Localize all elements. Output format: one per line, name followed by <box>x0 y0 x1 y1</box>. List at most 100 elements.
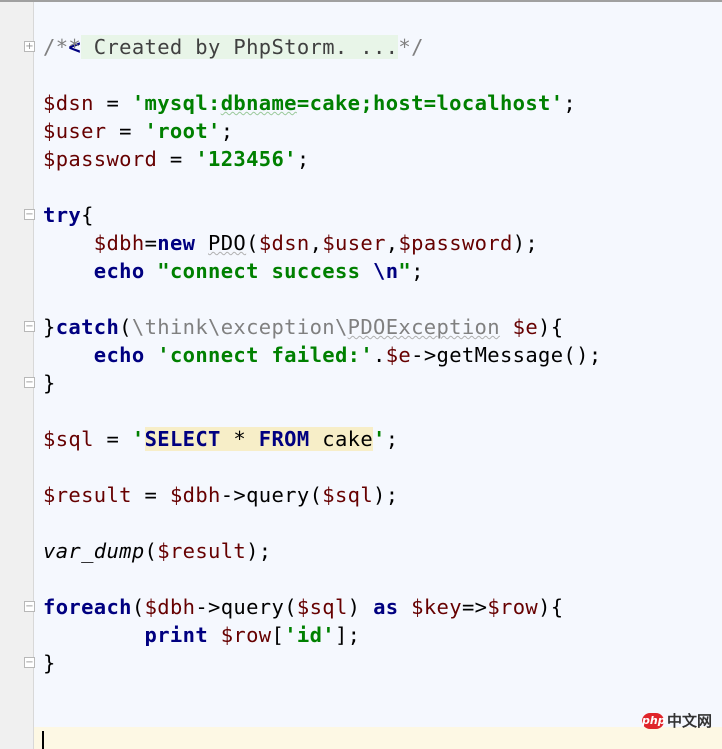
variable: $dbh <box>93 231 145 255</box>
paren-semicolon: ); <box>512 231 539 255</box>
concat-operator: . <box>373 343 386 367</box>
function-name: var_dump <box>43 539 145 563</box>
fold-collapse-icon[interactable]: − <box>24 209 35 220</box>
current-line-highlight <box>34 727 722 749</box>
method-call: ->query( <box>195 595 297 619</box>
operator: = <box>93 91 132 115</box>
sql-keyword: FROM <box>258 427 310 451</box>
class-name: PDOException <box>347 315 500 339</box>
bracket: [ <box>271 623 285 647</box>
code-line-14: } <box>43 369 56 397</box>
bracket-semicolon: ]; <box>334 623 361 647</box>
semicolon: ; <box>296 147 310 171</box>
sql-keyword: SELECT <box>144 427 221 451</box>
variable: $user <box>43 119 107 143</box>
variable: $sql <box>322 483 374 507</box>
operator: => <box>461 595 488 619</box>
escape-sequence: \n <box>373 259 399 283</box>
code-line-16: $sql = 'SELECT * FROM cake'; <box>43 425 398 453</box>
semicolon: ; <box>220 119 234 143</box>
fold-expand-icon[interactable]: + <box>24 41 35 52</box>
string: " <box>398 259 412 283</box>
code-line-22: foreach($dbh->query($sql) as $key=>$row)… <box>43 593 564 621</box>
method-call: ->getMessage(); <box>411 343 602 367</box>
editor-gutter[interactable] <box>0 2 34 749</box>
code-line-18: $result = $dbh->query($sql); <box>43 481 398 509</box>
code-line-8: try{ <box>43 201 94 229</box>
keyword: echo <box>93 343 145 367</box>
code-line-5: $user = 'root'; <box>43 117 233 145</box>
fold-collapse-icon[interactable]: − <box>24 321 35 332</box>
doc-comment-start: /** <box>43 35 82 59</box>
variable: $e <box>512 315 539 339</box>
variable: $e <box>385 343 412 367</box>
brace: } <box>43 371 56 395</box>
string: 'mysql: <box>131 91 221 115</box>
operator: = <box>106 119 145 143</box>
paren-brace: ){ <box>538 595 564 619</box>
quote: ' <box>373 427 386 451</box>
namespace: \think\exception\ <box>131 315 348 339</box>
variable: $user <box>322 231 386 255</box>
doc-comment-end: */ <box>398 35 424 59</box>
keyword: catch <box>55 315 120 339</box>
semicolon: ; <box>563 91 577 115</box>
fold-end-icon[interactable]: − <box>24 657 35 668</box>
operator: = <box>157 147 196 171</box>
code-line-24: } <box>43 649 56 677</box>
class-name: PDO <box>208 231 247 255</box>
string: '123456' <box>195 147 297 171</box>
variable: $result <box>157 539 247 563</box>
variable: $result <box>43 483 132 507</box>
comma: , <box>385 231 399 255</box>
paren-semicolon: ); <box>246 539 272 563</box>
operator: = <box>144 231 158 255</box>
paren-brace: ){ <box>538 315 564 339</box>
brace: { <box>81 203 94 227</box>
variable: $row <box>487 595 539 619</box>
brace: } <box>43 651 56 675</box>
variable: $dbh <box>144 595 196 619</box>
semicolon: ; <box>385 427 399 451</box>
variable: $key <box>411 595 462 619</box>
string: 'root' <box>144 119 221 143</box>
string: 'id' <box>284 623 335 647</box>
variable: $dsn <box>258 231 310 255</box>
variable: $row <box>220 623 272 647</box>
keyword: as <box>373 595 399 619</box>
string-typo-underlined: dbname <box>220 91 297 115</box>
keyword: echo <box>93 259 145 283</box>
variable: $password <box>43 147 158 171</box>
folded-doc-comment[interactable]: Created by PhpStorm. ... <box>81 35 399 59</box>
brace: } <box>43 315 56 339</box>
code-line-9: $dbh=new PDO($dsn,$user,$password); <box>43 229 538 257</box>
text-caret <box>42 731 44 749</box>
comma: , <box>309 231 323 255</box>
paren-semicolon: ); <box>373 483 399 507</box>
keyword: foreach <box>43 595 132 619</box>
code-line-20: var_dump($result); <box>43 537 272 565</box>
string: "connect success <box>157 259 374 283</box>
keyword: new <box>157 231 196 255</box>
code-line-4: $dsn = 'mysql:dbname=cake;host=localhost… <box>43 89 576 117</box>
code-line-1: <?php <box>43 5 132 59</box>
semicolon: ; <box>411 259 424 283</box>
method-call: ->query( <box>220 483 323 507</box>
operator: = <box>131 483 170 507</box>
operator: = <box>93 427 132 451</box>
code-line-23: print $row['id']; <box>43 621 360 649</box>
variable: $sql <box>43 427 94 451</box>
paren: ( <box>119 315 132 339</box>
paren: ( <box>131 595 145 619</box>
keyword: print <box>144 623 209 647</box>
fold-collapse-icon[interactable]: − <box>24 601 35 612</box>
string: 'connect failed:' <box>157 343 374 367</box>
code-line-10: echo "connect success \n"; <box>43 257 424 285</box>
variable: $password <box>398 231 513 255</box>
fold-end-icon[interactable]: − <box>24 377 35 388</box>
